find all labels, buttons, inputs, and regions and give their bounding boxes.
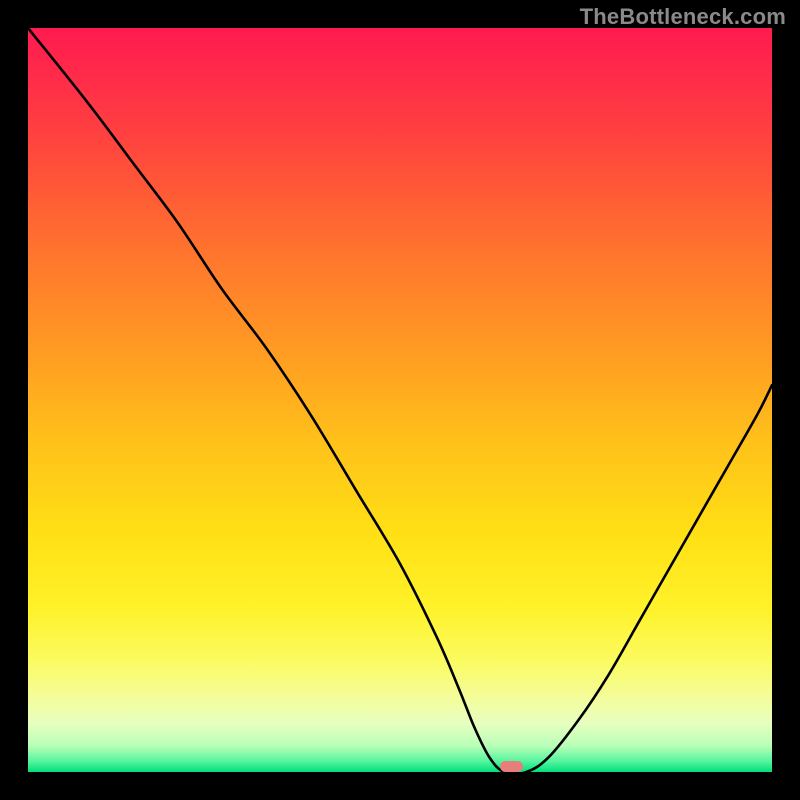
chart-plot-area	[28, 28, 772, 772]
chart-svg	[28, 28, 772, 772]
watermark-text: TheBottleneck.com	[580, 4, 786, 30]
chart-optimal-marker	[500, 761, 522, 772]
chart-frame: TheBottleneck.com	[0, 0, 800, 800]
chart-background-gradient	[28, 28, 772, 772]
